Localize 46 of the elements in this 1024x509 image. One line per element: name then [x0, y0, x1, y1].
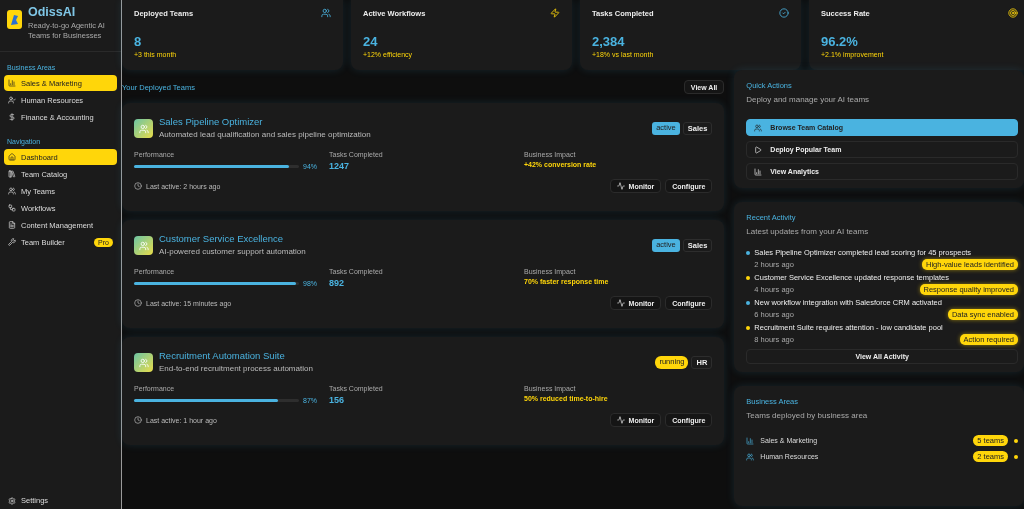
tasks-value: 892 — [329, 278, 346, 288]
users-icon — [754, 123, 763, 132]
team-name[interactable]: Sales Pipeline Optimizer — [159, 116, 371, 127]
clock-icon — [134, 416, 142, 424]
document-icon — [8, 221, 16, 229]
stat-value: 96.2% — [821, 34, 859, 49]
tasks-value: 156 — [329, 395, 346, 405]
users-icon — [746, 452, 755, 461]
team-description: AI-powered customer support automation — [159, 247, 306, 256]
bar-chart-icon — [754, 167, 763, 176]
panel-subtitle: Teams deployed by business area — [746, 411, 869, 420]
workflow-icon — [8, 204, 16, 212]
team-description: End-to-end recruitment process automation — [159, 364, 313, 373]
brand-name: OdissAI — [28, 5, 77, 19]
team-name[interactable]: Customer Service Excellence — [159, 233, 306, 244]
tasks-value: 1247 — [329, 161, 351, 171]
home-icon — [8, 153, 16, 161]
pulse-icon — [616, 182, 625, 190]
users-icon — [8, 187, 16, 195]
team-name[interactable]: Recruitment Automation Suite — [159, 350, 313, 361]
users-icon — [321, 8, 331, 18]
stat-value: 24 — [363, 34, 379, 49]
user-icon — [8, 96, 16, 104]
team-avatar — [134, 236, 153, 255]
panel-subtitle: Deploy and manage your AI teams — [746, 95, 871, 104]
wrench-icon — [8, 238, 16, 246]
target-icon — [1008, 8, 1018, 18]
dollar-icon — [8, 113, 16, 121]
pulse-icon — [616, 416, 625, 424]
play-icon — [754, 145, 763, 154]
clock-icon — [134, 182, 142, 190]
team-description: Automated lead qualification and sales pipeline optimization — [159, 130, 371, 139]
panel-subtitle: Latest updates from your AI teams — [746, 227, 870, 236]
team-avatar — [134, 119, 153, 138]
bar-chart-icon — [746, 436, 755, 445]
stat-value: 2,384 — [592, 34, 626, 49]
logo-icon — [7, 10, 22, 29]
check-circle-icon — [779, 8, 789, 18]
pulse-icon — [616, 299, 625, 307]
books-icon — [8, 170, 16, 178]
team-avatar — [134, 353, 153, 372]
settings-icon — [8, 496, 16, 505]
clock-icon — [134, 299, 142, 307]
stat-value: 8 — [134, 34, 143, 49]
bar-chart-icon — [8, 79, 16, 87]
lightning-icon — [550, 8, 560, 18]
